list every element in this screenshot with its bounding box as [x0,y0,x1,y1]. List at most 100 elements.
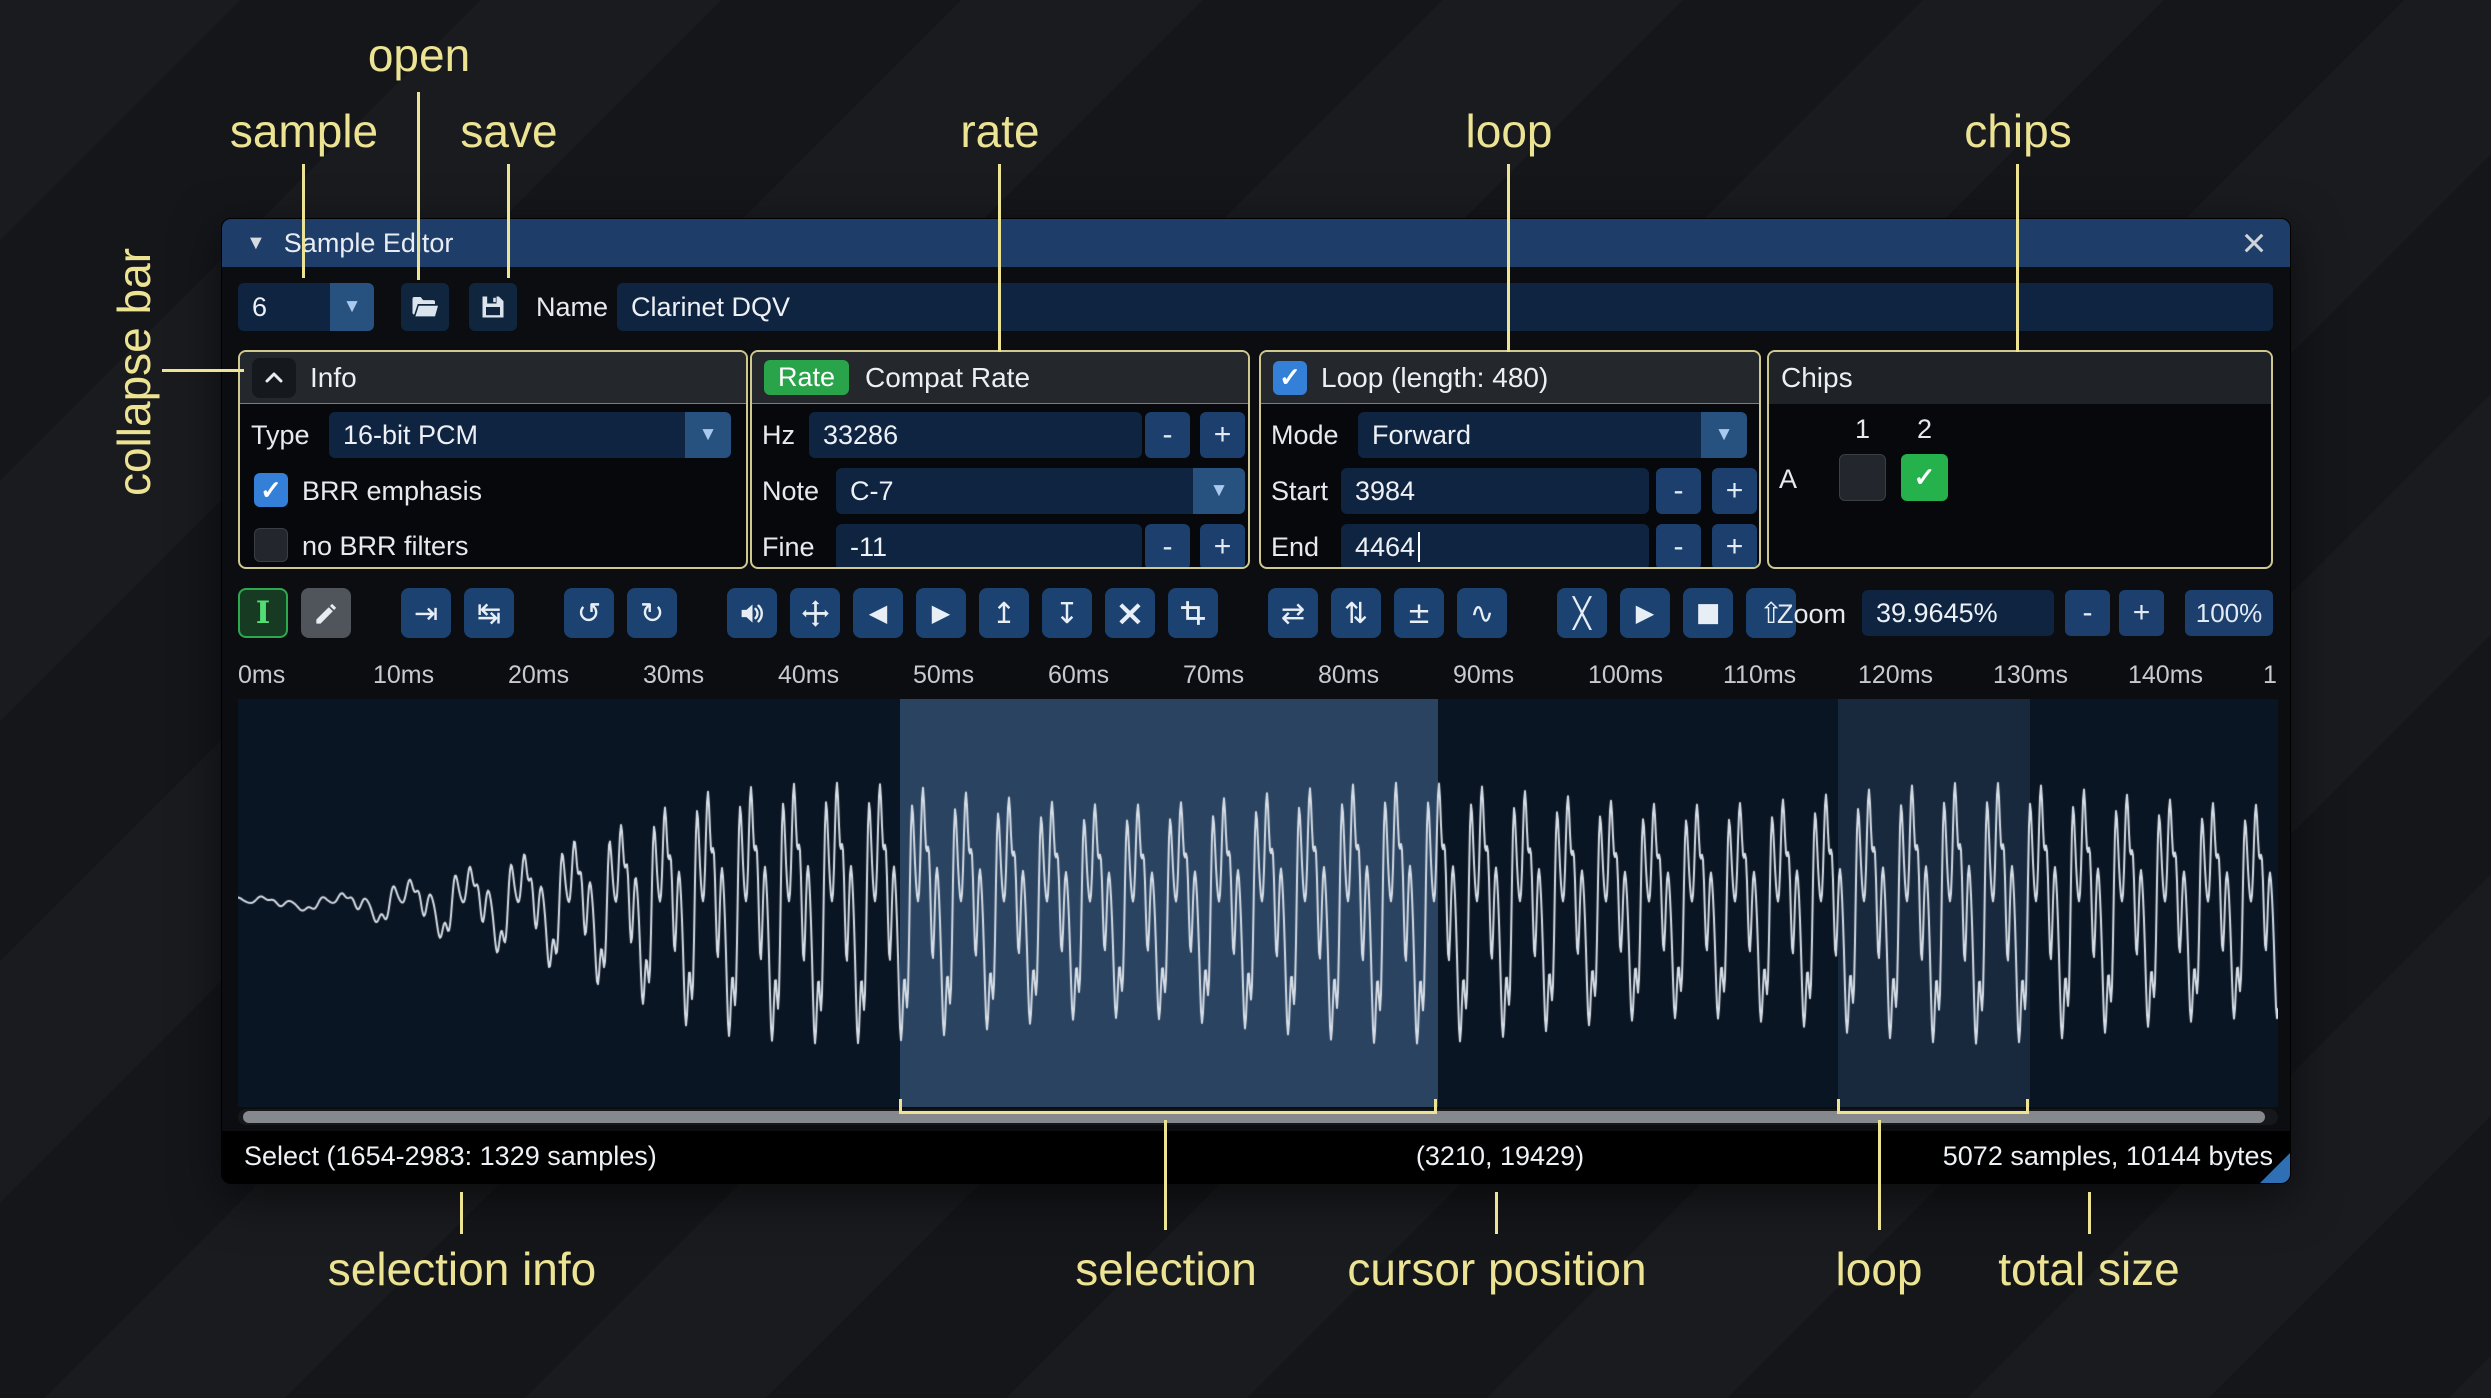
undo-button[interactable]: ↺ [564,588,614,638]
reverse-button[interactable]: ⇄ [1268,588,1318,638]
zoom-out-button[interactable]: - [2065,590,2110,636]
hz-increment-button[interactable]: + [1200,412,1245,458]
loop-start-increment-button[interactable]: + [1712,468,1757,514]
redo-button[interactable]: ↻ [627,588,677,638]
annotation-open: open [367,29,471,81]
open-folder-icon [412,297,438,317]
trim-button[interactable] [1168,588,1218,638]
name-input[interactable]: Clarinet DQV [617,283,2273,331]
compat-rate-label: Compat Rate [865,361,1031,393]
window-collapse-icon[interactable]: ▼ [246,232,266,255]
minus-icon: - [2082,596,2093,629]
rate-section-header: Rate Compat Rate [752,352,1248,404]
sample-editor-window: ▼ Sample Editor × 6 ▼ Name Clarinet DQV … [221,218,2291,1184]
chevron-down-icon: ▼ [698,424,718,445]
waveform-scrollbar[interactable] [238,1109,2278,1125]
resize-button[interactable]: ⇥ [401,588,451,638]
check-icon: ✓ [260,474,282,505]
timeline-ruler[interactable]: 0ms 10ms 20ms 30ms 40ms 50ms 60ms 70ms 8… [238,657,2278,697]
hz-input[interactable]: 33286 [809,412,1142,458]
loop-enable-checkbox[interactable]: ✓ [1273,360,1307,395]
window-resize-grip[interactable] [2260,1153,2290,1183]
save-button[interactable] [469,283,517,331]
chips-header-label: Chips [1781,362,1853,393]
crossfade-button[interactable]: ╳ [1557,588,1607,638]
loop-end-input[interactable]: 4464 [1341,524,1649,567]
stop-icon: ■ [1695,598,1721,628]
collapse-bar-button[interactable] [252,357,296,398]
fine-decrement-button[interactable]: - [1145,524,1190,567]
loop-end-label: End [1271,532,1320,562]
amplify-button[interactable] [727,588,777,638]
titlebar[interactable]: ▼ Sample Editor × [222,219,2290,267]
zoom-input[interactable]: 39.9645% [1862,590,2054,636]
rate-badge[interactable]: Rate [764,360,850,395]
brr-emphasis-checkbox[interactable]: ✓ [254,473,288,507]
chevron-down-icon: ▼ [1714,424,1734,445]
close-button[interactable]: × [2230,219,2278,267]
insert-silence-button[interactable]: ↥ [979,588,1029,638]
normalize-button[interactable] [790,588,840,638]
zoom-reset-button[interactable]: 100% [2185,590,2273,636]
open-button[interactable] [401,283,449,331]
waveform-canvas[interactable] [238,699,2278,1107]
signedness-button[interactable]: ± [1394,588,1444,638]
ruler-label: 20ms [508,661,570,689]
sine-wave-icon: ∿ [1469,596,1495,630]
swap-vertical-icon: ⇅ [1343,596,1369,630]
loop-end-value: 4464 [1355,531,1416,562]
chip-1-checkbox[interactable] [1839,454,1886,501]
waveform-view[interactable] [238,699,2278,1107]
mode-dropdown-arrow[interactable]: ▼ [1701,412,1747,458]
loop-start-label: Start [1271,476,1329,506]
fine-input[interactable]: -11 [836,524,1142,567]
mode-select[interactable]: Forward [1358,412,1701,458]
ruler-label: 70ms [1183,661,1245,689]
minus-icon: - [1162,418,1173,451]
pencil-icon [315,603,336,624]
fade-in-button[interactable]: ◀ [853,588,903,638]
check-icon: ✓ [1913,462,1936,492]
ibeam-cursor-icon: I [255,595,271,631]
ruler-label: 30ms [643,661,705,689]
stop-button[interactable]: ■ [1683,588,1733,638]
loop-start-decrement-button[interactable]: - [1656,468,1701,514]
annotation-line-total-size [2088,1192,2091,1234]
chip-2-checkbox[interactable]: ✓ [1901,454,1948,501]
sample-number-dropdown-arrow[interactable]: ▼ [330,283,374,331]
note-dropdown-arrow[interactable]: ▼ [1193,468,1245,514]
preview-button[interactable]: ▶ [1620,588,1670,638]
invert-button[interactable]: ⇅ [1331,588,1381,638]
triangle-left-icon: ◀ [868,599,888,627]
type-label: Type [251,420,310,450]
sample-number-select[interactable]: 6 [238,283,330,331]
loop-end-decrement-button[interactable]: - [1656,524,1701,567]
ruler-label: 110ms [1723,661,1797,689]
loop-end-increment-button[interactable]: + [1712,524,1757,567]
draw-button[interactable] [301,588,351,638]
fine-increment-button[interactable]: + [1200,524,1245,567]
type-select[interactable]: 16-bit PCM [329,412,685,458]
plus-minus-icon: ± [1406,596,1432,630]
edit-mode-button[interactable]: I [238,588,288,638]
mode-value: Forward [1372,419,1472,450]
apply-silence-button[interactable]: ↧ [1042,588,1092,638]
triangle-right-icon: ▶ [931,599,951,627]
zoom-in-button[interactable]: + [2119,590,2164,636]
crop-icon [1181,601,1205,625]
minus-icon: - [1162,530,1173,563]
type-dropdown-arrow[interactable]: ▼ [685,412,731,458]
fade-out-button[interactable]: ▶ [916,588,966,638]
ruler-label: 50ms [913,661,975,689]
annotation-selection: selection [1075,1243,1257,1295]
plus-icon: + [1725,530,1744,563]
loop-start-input[interactable]: 3984 [1341,468,1649,514]
resample-button[interactable]: ↹ [464,588,514,638]
delete-button[interactable]: × [1105,588,1155,638]
note-select[interactable]: C-7 [836,468,1193,514]
annotation-loop: loop [1465,105,1553,157]
hz-decrement-button[interactable]: - [1145,412,1190,458]
scrollbar-thumb[interactable] [243,1111,2265,1123]
no-brr-filters-checkbox[interactable] [254,528,288,562]
filter-button[interactable]: ∿ [1457,588,1507,638]
